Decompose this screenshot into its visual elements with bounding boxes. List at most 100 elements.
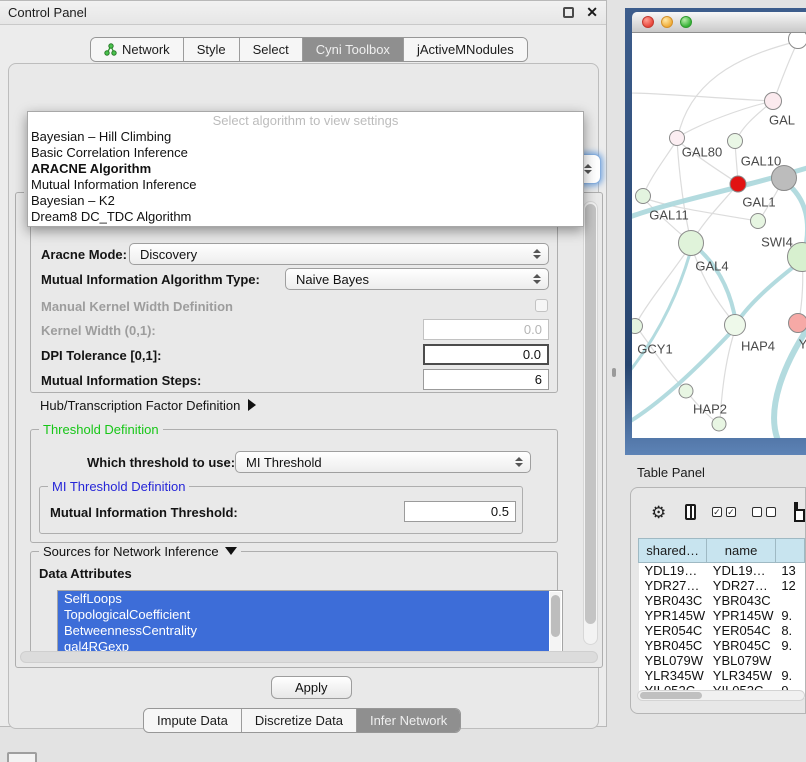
cell-value[interactable]: 12 (775, 578, 804, 593)
tab-jactivemnodules[interactable]: jActiveMNodules (403, 38, 527, 61)
mi-steps-field[interactable]: 6 (423, 369, 549, 390)
deselect-all-checkboxes-icon[interactable] (752, 507, 776, 517)
tab-cyni-toolbox[interactable]: Cyni Toolbox (302, 38, 403, 61)
table-row[interactable]: YBL079WYBL079W (639, 653, 805, 668)
cell-value[interactable] (775, 653, 804, 668)
tab-impute-data[interactable]: Impute Data (144, 709, 241, 732)
list-item[interactable]: BetweennessCentrality (58, 623, 549, 639)
mi-type-combobox[interactable]: Naive Bayes (285, 268, 549, 290)
dropdown-item[interactable]: Bayesian – K2 (28, 193, 583, 209)
aracne-mode-combobox[interactable]: Discovery (129, 243, 549, 265)
network-node[interactable] (764, 92, 782, 110)
cell-shared[interactable]: YBR045C (639, 638, 707, 653)
cell-name[interactable]: YDR27… (707, 578, 776, 593)
dropdown-item[interactable]: Basic Correlation Inference (28, 145, 583, 161)
window-minimize-icon[interactable] (661, 16, 673, 28)
list-vertical-scrollbar[interactable] (550, 592, 561, 654)
scrollbar-thumb[interactable] (551, 595, 560, 637)
cell-shared[interactable]: YER054C (639, 623, 707, 638)
tab-network[interactable]: Network (91, 38, 183, 61)
cell-shared[interactable]: YDL19… (639, 563, 707, 579)
data-attributes-list[interactable]: SelfLoops TopologicalCoefficient Between… (57, 590, 563, 654)
cell-value[interactable]: 8. (775, 623, 804, 638)
dropdown-item[interactable]: Dream8 DC_TDC Algorithm (28, 209, 583, 225)
manual-kernel-checkbox[interactable] (535, 299, 548, 312)
tab-select[interactable]: Select (239, 38, 302, 61)
cell-name[interactable]: YBR043C (707, 593, 776, 608)
network-canvas[interactable]: GALGAL80GAL10GAL1GAL11SWI4GAL4GCY1HAP4YH… (632, 33, 806, 438)
close-icon[interactable]: ✕ (586, 7, 598, 18)
network-node[interactable] (750, 213, 766, 229)
cell-shared[interactable]: YBR043C (639, 593, 707, 608)
cell-value[interactable]: 9. (775, 608, 804, 623)
dropdown-item[interactable]: Mutual Information Inference (28, 177, 583, 193)
cell-name[interactable]: YBR045C (707, 638, 776, 653)
table-row[interactable]: YBR043CYBR043C (639, 593, 805, 608)
dpi-tolerance-field[interactable]: 0.0 (423, 344, 549, 365)
dropdown-item-selected[interactable]: ARACNE Algorithm (28, 161, 583, 177)
settings-horizontal-scrollbar[interactable] (20, 651, 598, 663)
cell-shared[interactable]: YDR27… (639, 578, 707, 593)
cell-name[interactable]: YLR345W (707, 668, 776, 683)
cell-value[interactable]: 9. (775, 668, 804, 683)
list-item[interactable]: SelfLoops (58, 591, 549, 607)
checked-box-icon: ✓ (712, 507, 722, 517)
settings-vertical-scrollbar[interactable] (583, 201, 598, 645)
network-node[interactable] (678, 230, 704, 256)
network-node[interactable] (679, 384, 694, 399)
tab-discretize-data[interactable]: Discretize Data (241, 709, 356, 732)
list-item[interactable]: TopologicalCoefficient (58, 607, 549, 623)
combo-stepper-icon (533, 249, 541, 259)
window-zoom-icon[interactable] (680, 16, 692, 28)
network-tab-icon (104, 43, 117, 56)
panel-divider-handle[interactable] (612, 368, 616, 377)
select-all-checkboxes-icon[interactable]: ✓ ✓ (712, 507, 736, 517)
tab-style[interactable]: Style (183, 38, 239, 61)
column-header-shared[interactable]: shared… (639, 539, 707, 563)
cell-name[interactable]: YDL19… (707, 563, 776, 579)
table-row[interactable]: YLR345WYLR345W9. (639, 668, 805, 683)
network-node[interactable] (771, 165, 797, 191)
tab-infer-network[interactable]: Infer Network (356, 709, 460, 732)
cell-shared[interactable]: YLR345W (639, 668, 707, 683)
network-node[interactable] (635, 188, 651, 204)
table-row[interactable]: YBR045CYBR045C9. (639, 638, 805, 653)
table-horizontal-scrollbar[interactable] (637, 690, 805, 701)
cell-value[interactable]: 9. (775, 638, 804, 653)
cell-name[interactable]: YBL079W (707, 653, 776, 668)
which-threshold-value: MI Threshold (246, 455, 322, 470)
float-window-icon[interactable] (563, 7, 574, 18)
network-node[interactable] (712, 417, 727, 432)
cell-shared[interactable]: YBL079W (639, 653, 707, 668)
minimized-panel-icon[interactable] (7, 752, 37, 762)
hub-definition-expander[interactable]: Hub/Transcription Factor Definition (40, 398, 256, 413)
network-window-titlebar[interactable] (632, 12, 806, 33)
which-threshold-combobox[interactable]: MI Threshold (235, 451, 531, 473)
table-row[interactable]: YDL19…YDL19…13 (639, 563, 805, 579)
dropdown-item[interactable]: Bayesian – Hill Climbing (28, 129, 583, 145)
new-table-icon[interactable] (794, 502, 805, 522)
apply-button[interactable]: Apply (271, 676, 352, 699)
column-header-name[interactable]: name (707, 539, 776, 563)
scrollbar-thumb[interactable] (585, 204, 596, 624)
network-node-label: GAL11 (649, 208, 689, 223)
table-row[interactable]: YER054CYER054C8. (639, 623, 805, 638)
network-node[interactable] (788, 313, 806, 333)
table-row[interactable]: YDR27…YDR27…12 (639, 578, 805, 593)
cell-value[interactable]: 13 (775, 563, 804, 579)
column-header-partial[interactable] (775, 539, 804, 563)
cell-value[interactable] (775, 593, 804, 608)
cell-name[interactable]: YPR145W (707, 608, 776, 623)
cell-shared[interactable]: YPR145W (639, 608, 707, 623)
cell-name[interactable]: YER054C (707, 623, 776, 638)
mi-threshold-field[interactable]: 0.5 (404, 501, 516, 522)
column-layout-icon[interactable] (685, 504, 696, 520)
network-node[interactable] (788, 33, 806, 49)
window-close-icon[interactable] (642, 16, 654, 28)
network-node[interactable] (730, 176, 747, 193)
gear-icon[interactable]: ⚙ (651, 504, 666, 521)
scrollbar-thumb[interactable] (640, 692, 702, 699)
table-row[interactable]: YPR145WYPR145W9. (639, 608, 805, 623)
network-node[interactable] (727, 133, 743, 149)
network-node[interactable] (724, 314, 746, 336)
